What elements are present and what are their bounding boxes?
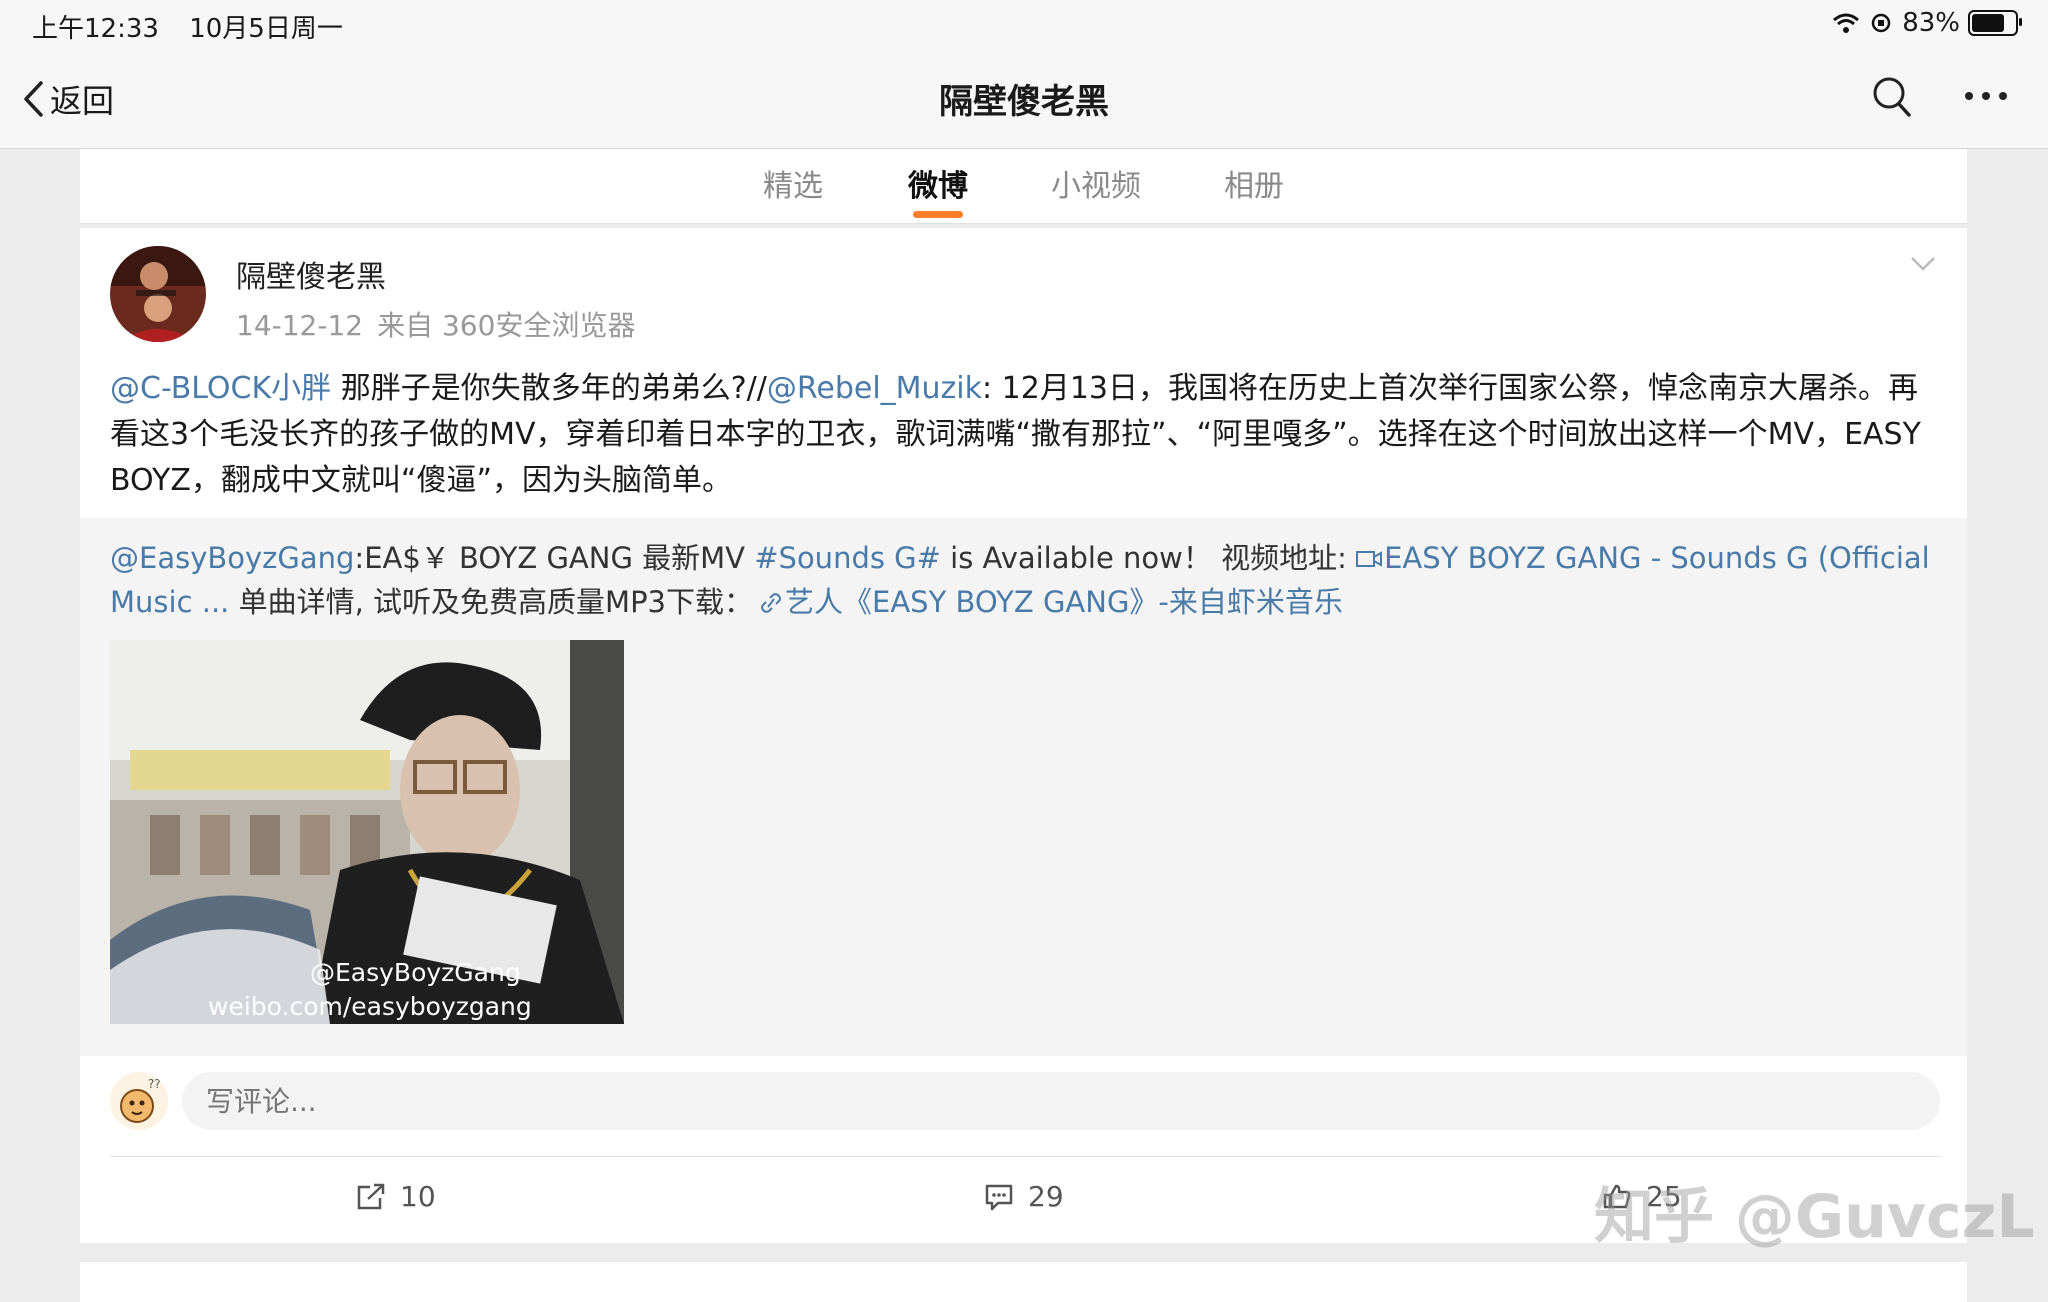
status-left: 上午12:33 10月5日周一 [32,8,365,45]
status-bar: 上午12:33 10月5日周一 83% [0,0,2048,46]
post-date: 14-12-12 [236,309,364,342]
repost-image[interactable]: @EasyBoyzGang weibo.com/easyboyzgang [110,640,624,1024]
avatar-image: ?? [110,1072,168,1130]
post-body: @C-BLOCK小胖 那胖子是你失散多年的弟弟么?//@Rebel_Muzik:… [110,366,1940,504]
image-watermark-handle: @EasyBoyzGang [310,958,521,987]
repost-button[interactable]: 10 [356,1180,436,1213]
repost-text-2: is Available now！ 视频地址: [940,541,1357,575]
video-icon [1356,551,1383,567]
mention-link[interactable]: @C-BLOCK小胖 [110,371,331,406]
author-name[interactable]: 隔壁傻老黑 [236,252,386,296]
repost-body: @EasyBoyzGang:EA$￥ BOYZ GANG 最新MV #Sound… [110,536,1940,624]
repost-text-1: :EA$￥ BOYZ GANG 最新MV [354,541,755,575]
more-button[interactable] [1964,86,2008,105]
tab-weibo[interactable]: 微博 [908,161,968,205]
more-icon [1965,92,2007,100]
my-avatar: ?? [110,1072,168,1130]
chevron-down-icon [1911,257,1935,271]
repost-count: 10 [400,1180,436,1213]
repost-block[interactable]: @EasyBoyzGang:EA$￥ BOYZ GANG 最新MV #Sound… [80,518,1967,1056]
status-time: 上午12:33 [32,14,159,44]
avatar-image [110,246,206,342]
music-link-label: 艺人《EASY BOYZ GANG》-来自虾米音乐 [785,585,1343,619]
music-link[interactable]: 艺人《EASY BOYZ GANG》-来自虾米音乐 [753,585,1343,619]
mention-link[interactable]: @EasyBoyzGang [110,541,354,575]
comment-row: ?? [110,1072,1940,1136]
battery-icon [1968,10,2022,36]
hashtag-link[interactable]: #Sounds G# [754,541,941,575]
comment-count: 29 [1028,1180,1064,1213]
zhihu-watermark: 知乎 @GuvczL [1594,1182,2035,1252]
divider [110,1156,1940,1157]
active-tab-indicator [913,211,963,218]
repost-text-3: 单曲详情, 试听及免费高质量MP3下载： [229,585,754,619]
profile-tabs: 精选 微博 小视频 相册 [80,149,1967,224]
post-text-1: 那胖子是你失散多年的弟弟么?// [331,371,767,406]
comment-icon [985,1184,1013,1210]
mention-link[interactable]: @Rebel_Muzik [767,371,982,406]
avatar[interactable] [110,246,206,342]
image-watermark-url: weibo.com/easyboyzgang [208,992,532,1021]
post-card: 隔壁傻老黑 14-12-12 来自 360安全浏览器 @C-BLOCK小胖 那胖子… [80,228,1967,1243]
search-icon [1873,77,1911,117]
tab-album[interactable]: 相册 [1224,161,1284,205]
next-post-card [80,1262,1967,1302]
page-title: 隔壁傻老黑 [939,82,1109,122]
tab-featured[interactable]: 精选 [763,161,823,205]
battery-fill [1972,14,2004,32]
comment-button[interactable]: 29 [984,1180,1064,1213]
post-menu-button[interactable] [1910,256,1936,276]
svg-text:??: ?? [148,1077,161,1091]
link-icon [761,593,782,613]
comment-input[interactable] [182,1072,1940,1130]
share-icon [357,1183,385,1209]
post-source: 来自 360安全浏览器 [377,309,636,342]
status-right: 83% [1822,8,2022,38]
nav-bar: 返回 隔壁傻老黑 [0,46,2048,149]
search-button[interactable] [1872,76,1912,122]
status-date: 10月5日周一 [189,14,343,44]
post-meta: 14-12-12 来自 360安全浏览器 [236,304,649,344]
wifi-icon [1833,13,1860,33]
battery-percent: 83% [1902,8,1960,38]
tab-short-video[interactable]: 小视频 [1051,161,1141,205]
orientation-lock-icon [1871,13,1891,33]
